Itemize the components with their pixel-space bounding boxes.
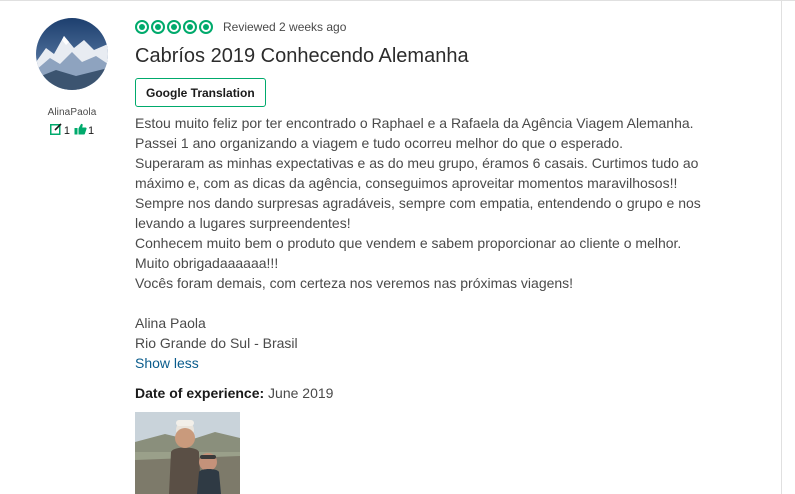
avatar[interactable] [36,18,108,90]
review-body-line: Muito obrigadaaaaaa!!! [135,255,279,271]
rating-bubble-icon [199,20,213,34]
right-divider [781,0,782,494]
review-date: Reviewed 2 weeks ago [223,20,347,34]
rating-bubbles [135,20,213,34]
review-body-line: Sempre nos dando surpresas agradáveis, s… [135,195,701,211]
review-body-line: Estou muito feliz por ter encontrado o R… [135,115,694,131]
contributions-count: 1 [63,124,70,137]
helpful-votes-stat: 1 [74,123,94,138]
top-divider [0,0,795,1]
review-body-line: levando a lugares surpreendentes! [135,215,351,231]
experience-label: Date of experience: [135,385,265,401]
rating-bubble-icon [183,20,197,34]
review-body-line: Conhecem muito bem o produto que vendem … [135,235,682,251]
review-body-line: máximo e, com as dicas da agência, conse… [135,175,678,191]
date-of-experience: Date of experience: June 2019 [135,383,735,403]
review-body-line: Superaram as minhas expectativas e as do… [135,155,699,171]
google-translation-button[interactable]: Google Translation [135,78,266,107]
signature-line: Alina Paola [135,315,206,331]
review-signature: Alina Paola Rio Grande do Sul - Brasil S… [135,313,735,373]
review-content: Reviewed 2 weeks ago Cabríos 2019 Conhec… [135,18,735,403]
rating-bubble-icon [151,20,165,34]
rating-bubble-icon [135,20,149,34]
rating-row: Reviewed 2 weeks ago [135,18,735,36]
reviewer-stats: 1 1 [30,123,114,138]
review-body-line: Passei 1 ano organizando a viagem e tudo… [135,135,623,151]
signature-line: Rio Grande do Sul - Brasil [135,335,298,351]
show-less-link[interactable]: Show less [135,353,199,373]
reviewer-name[interactable]: AlinaPaola [30,107,114,118]
review-body-line: Vocês foram demais, com certeza nos vere… [135,275,574,291]
thumbs-up-icon [74,123,87,138]
edit-square-icon [49,123,63,138]
review-photo[interactable] [135,412,240,494]
review-title[interactable]: Cabríos 2019 Conhecendo Alemanha [135,44,735,68]
review-body: Estou muito feliz por ter encontrado o R… [135,113,735,293]
rating-bubble-icon [167,20,181,34]
experience-value: June 2019 [264,385,334,401]
helpful-votes-count: 1 [88,124,95,137]
contributions-stat: 1 [49,123,70,138]
reviewer-panel: AlinaPaola 1 1 [30,18,114,138]
